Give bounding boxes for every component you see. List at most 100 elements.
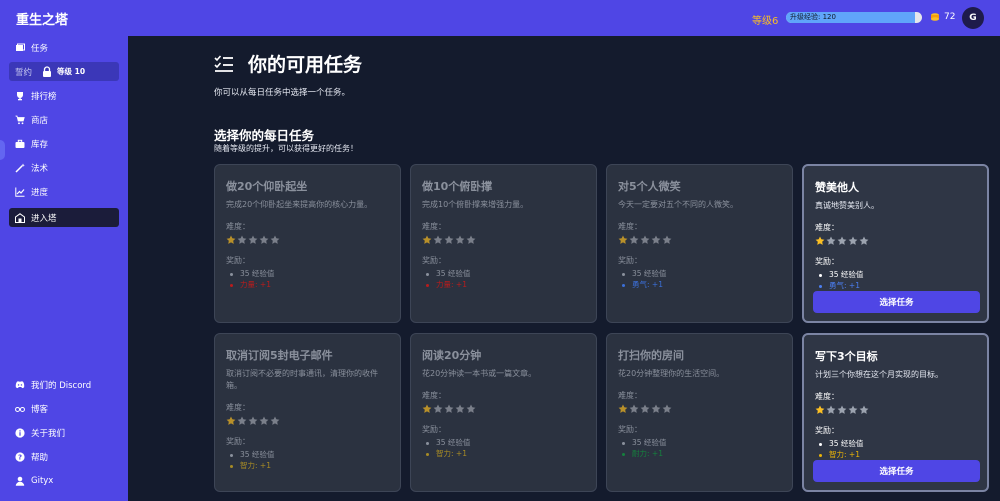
quest-card: 阅读20分钟 花20分钟读一本书或一篇文章。 难度： 奖励： 35 经验值 智力: +1 bbox=[410, 333, 597, 492]
reward-list: 35 经验值 力量: +1 bbox=[422, 268, 585, 290]
lock-icon bbox=[43, 66, 52, 77]
reward-list: 35 经验值 耐力: +1 bbox=[618, 437, 781, 459]
quest-title: 赞美他人 bbox=[815, 181, 859, 194]
reward-xp: 35 经验值 bbox=[226, 449, 389, 460]
quest-title: 对5个人微笑 bbox=[618, 180, 681, 193]
trophy-icon bbox=[15, 91, 25, 101]
quest-description: 完成20个仰卧起坐来提高你的核心力量。 bbox=[226, 200, 373, 209]
sidebar-item-leaderboard[interactable]: 排行榜 bbox=[9, 86, 119, 105]
sidebar-item-label: 关于我们 bbox=[31, 428, 66, 439]
reward-list: 35 经验值 力量: +1 bbox=[226, 268, 389, 290]
avatar[interactable]: G bbox=[962, 7, 984, 29]
reward-attribute: 耐力: +1 bbox=[618, 448, 781, 459]
reward-label: 奖励： bbox=[226, 256, 250, 265]
choose-quest-button[interactable]: 选择任务 bbox=[813, 460, 980, 482]
main-content: 你的可用任务 你可以从每日任务中选择一个任务。 选择你的每日任务 随着等级的提升… bbox=[128, 36, 1000, 501]
chart-icon bbox=[15, 187, 25, 197]
quest-title: 做10个俯卧撑 bbox=[422, 180, 493, 193]
sidebar-item-tasks[interactable]: 任务 bbox=[9, 38, 119, 57]
quest-card[interactable]: 写下3个目标 计划三个你想在这个月实现的目标。 难度： 奖励： 35 经验值 智力: +1… bbox=[802, 333, 989, 492]
reward-xp: 35 经验值 bbox=[422, 268, 585, 279]
sidebar-item-blog[interactable]: 博客 bbox=[9, 399, 119, 418]
checklist-icon bbox=[214, 54, 233, 72]
reward-list: 35 经验值 勇气: +1 bbox=[815, 269, 976, 291]
sidebar-item-shop[interactable]: 商店 bbox=[9, 110, 119, 129]
reward-list: 35 经验值 勇气: +1 bbox=[618, 268, 781, 290]
sidebar-item-label: 库存 bbox=[31, 139, 49, 150]
discord-icon bbox=[15, 380, 25, 390]
wand-icon bbox=[15, 163, 25, 173]
quest-card[interactable]: 赞美他人 真诚地赞美别人。 难度： 奖励： 35 经验值 勇气: +1 选择任务 bbox=[802, 164, 989, 323]
sidebar-item-user[interactable]: Gityx bbox=[9, 471, 119, 490]
lock-level: 等级 10 bbox=[57, 67, 86, 76]
page-title: 你的可用任务 bbox=[248, 54, 363, 76]
quest-description: 真诚地赞美别人。 bbox=[815, 201, 879, 210]
quest-description: 计划三个你想在这个月实现的目标。 bbox=[815, 370, 943, 379]
briefcase-icon bbox=[15, 139, 25, 149]
quest-title: 做20个仰卧起坐 bbox=[226, 180, 308, 193]
reward-list: 35 经验值 智力: +1 bbox=[226, 449, 389, 471]
sidebar-item-label: 帮助 bbox=[31, 452, 49, 463]
difficulty-label: 难度： bbox=[815, 223, 839, 232]
quest-title: 取消订阅5封电子邮件 bbox=[226, 349, 333, 362]
sidebar-item-inventory[interactable]: 库存 bbox=[9, 134, 119, 153]
reward-attribute: 智力: +1 bbox=[815, 449, 976, 460]
difficulty-stars-icon bbox=[815, 236, 976, 246]
reward-attribute: 勇气: +1 bbox=[618, 279, 781, 290]
reward-label: 奖励： bbox=[815, 426, 839, 435]
reward-label: 奖励： bbox=[422, 425, 446, 434]
sidebar-item-progress[interactable]: 进度 bbox=[9, 182, 119, 201]
sidebar-item-about[interactable]: 关于我们 bbox=[9, 423, 119, 442]
svg-text:?: ? bbox=[18, 453, 22, 461]
sidebar-item-enter-tower[interactable]: 进入塔 bbox=[9, 208, 119, 227]
sidebar-item-discord[interactable]: 我们的 Discord bbox=[9, 375, 119, 394]
quest-card: 对5个人微笑今天一定要对五个不同的人微笑。 难度： 奖励： 35 经验值 勇气: +1 bbox=[606, 164, 793, 323]
difficulty-stars-icon bbox=[815, 405, 976, 415]
reward-list: 35 经验值 智力: +1 bbox=[815, 438, 976, 460]
sidebar-item-label: 法术 bbox=[31, 163, 49, 174]
reward-label: 奖励： bbox=[226, 437, 250, 446]
quest-description: 花20分钟读一本书或一篇文章。 bbox=[422, 369, 537, 378]
difficulty-stars-icon bbox=[422, 235, 585, 245]
user-icon bbox=[15, 476, 25, 486]
difficulty-label: 难度： bbox=[618, 391, 642, 400]
difficulty-label: 难度： bbox=[226, 403, 250, 412]
sidebar-handle[interactable] bbox=[0, 140, 5, 160]
sidebar-item-label: 商店 bbox=[31, 115, 49, 126]
quest-description: 今天一定要对五个不同的人微笑。 bbox=[618, 200, 738, 209]
lock-badge: 等级 10 bbox=[42, 66, 85, 77]
difficulty-label: 难度： bbox=[618, 222, 642, 231]
quest-description: 取消订阅不必要的时事通讯，清理你的收件箱。 bbox=[226, 369, 378, 390]
difficulty-label: 难度： bbox=[422, 391, 446, 400]
page-title-row: 你的可用任务 bbox=[214, 50, 362, 77]
quest-title: 打扫你的房间 bbox=[618, 349, 684, 362]
xp-text: 升级经验: 120 bbox=[790, 13, 836, 21]
choose-quest-button[interactable]: 选择任务 bbox=[813, 291, 980, 313]
quest-card: 做10个俯卧撑 完成10个俯卧撑来增强力量。 难度： 奖励： 35 经验值 力量: +1 bbox=[410, 164, 597, 323]
quest-card: 打扫你的房间 花20分钟整理你的生活空间。 难度： 奖励： 35 经验值 耐力: +1 bbox=[606, 333, 793, 492]
top-bar: 重生之塔 等级6 升级经验: 120 72 G bbox=[0, 0, 1000, 36]
sidebar-item-spells[interactable]: 法术 bbox=[9, 158, 119, 177]
reward-xp: 35 经验值 bbox=[422, 437, 585, 448]
reward-attribute: 力量: +1 bbox=[226, 279, 389, 290]
reward-xp: 35 经验值 bbox=[815, 269, 976, 280]
info-icon bbox=[15, 427, 25, 438]
difficulty-stars-icon bbox=[226, 416, 389, 426]
reward-label: 奖励： bbox=[618, 425, 642, 434]
reward-label: 奖励： bbox=[618, 256, 642, 265]
page-subtitle: 你可以从每日任务中选择一个任务。 bbox=[214, 88, 351, 98]
sidebar-item-oath[interactable]: 誓约 等级 10 bbox=[9, 62, 119, 81]
quest-card: 做20个仰卧起坐 完成20个仰卧起坐来提高你的核心力量。 难度： 奖励： 35 经验值力… bbox=[214, 164, 401, 323]
tasks-icon bbox=[15, 43, 25, 53]
reward-xp: 35 经验值 bbox=[618, 437, 781, 448]
sidebar-item-label: 博客 bbox=[31, 404, 49, 415]
coin-count: 72 bbox=[944, 12, 956, 22]
reward-list: 35 经验值 智力: +1 bbox=[422, 437, 585, 459]
reward-label: 奖励： bbox=[422, 256, 446, 265]
app-title[interactable]: 重生之塔 bbox=[16, 9, 68, 28]
sidebar-item-label: 誓约 bbox=[15, 67, 33, 78]
xp-progress-bar: 升级经验: 120 bbox=[786, 12, 922, 23]
sidebar-item-help[interactable]: ? 帮助 bbox=[9, 447, 119, 466]
difficulty-stars-icon bbox=[226, 235, 389, 245]
section-subtitle: 随着等级的提升，可以获得更好的任务！ bbox=[214, 144, 358, 153]
